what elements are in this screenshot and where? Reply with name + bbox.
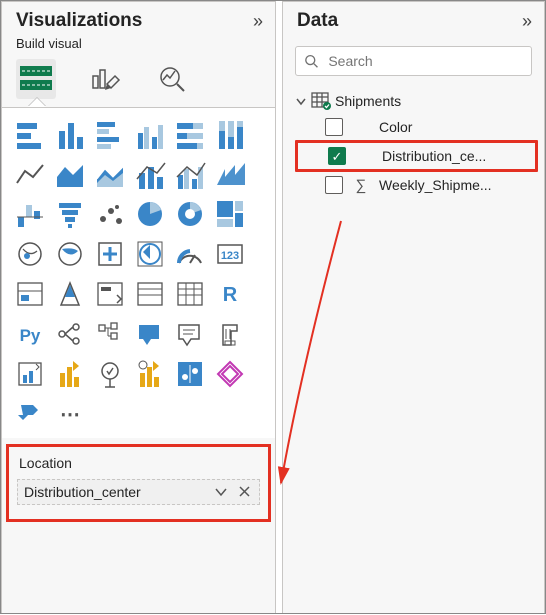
viz-type-41[interactable] bbox=[212, 356, 248, 392]
field-color[interactable]: Color bbox=[295, 114, 538, 140]
viz-type-33[interactable] bbox=[132, 316, 168, 352]
search-input[interactable] bbox=[326, 52, 523, 70]
viz-type-10[interactable] bbox=[172, 156, 208, 192]
viz-type-34[interactable] bbox=[172, 316, 208, 352]
table-icon bbox=[311, 92, 331, 110]
viz-type-11[interactable] bbox=[212, 156, 248, 192]
field-label: Color bbox=[379, 119, 532, 135]
viz-type-3[interactable] bbox=[132, 116, 168, 152]
viz-type-18[interactable] bbox=[12, 236, 48, 272]
visualization-gallery: 123 R Py ⋯ bbox=[2, 107, 275, 438]
svg-text:⋯: ⋯ bbox=[60, 404, 80, 426]
sigma-icon: ∑ bbox=[353, 177, 369, 194]
viz-type-39[interactable] bbox=[132, 356, 168, 392]
viz-type-24[interactable] bbox=[12, 276, 48, 312]
field-label: Distribution_ce... bbox=[382, 148, 529, 164]
viz-type-21[interactable] bbox=[132, 236, 168, 272]
svg-text:123: 123 bbox=[221, 250, 239, 262]
viz-type-40[interactable] bbox=[172, 356, 208, 392]
search-box[interactable] bbox=[295, 46, 532, 76]
collapse-viz-pane[interactable]: » bbox=[253, 11, 263, 32]
tab-analytics[interactable] bbox=[152, 59, 192, 99]
viz-type-22[interactable] bbox=[172, 236, 208, 272]
data-title: Data bbox=[297, 10, 338, 32]
viz-type-36[interactable] bbox=[12, 356, 48, 392]
viz-type-32[interactable] bbox=[92, 316, 128, 352]
viz-type-26[interactable] bbox=[92, 276, 128, 312]
table-shipments[interactable]: Shipments bbox=[295, 88, 538, 114]
visualizations-title: Visualizations bbox=[16, 10, 142, 32]
viz-type-12[interactable] bbox=[12, 196, 48, 232]
svg-text:R: R bbox=[223, 284, 238, 306]
svg-text:Py: Py bbox=[20, 326, 41, 345]
field-well-dropdown[interactable] bbox=[212, 485, 230, 500]
field-distribution-center[interactable]: Distribution_ce... bbox=[295, 140, 538, 172]
viz-type-8[interactable] bbox=[92, 156, 128, 192]
viz-type-35[interactable] bbox=[212, 316, 248, 352]
viz-type-15[interactable] bbox=[132, 196, 168, 232]
viz-type-30[interactable]: Py bbox=[12, 316, 48, 352]
checkbox-color[interactable] bbox=[325, 118, 343, 136]
build-visual-label: Build visual bbox=[2, 36, 275, 57]
viz-type-2[interactable] bbox=[92, 116, 128, 152]
search-icon bbox=[304, 53, 318, 69]
checkbox-weekly[interactable] bbox=[325, 176, 343, 194]
viz-type-16[interactable] bbox=[172, 196, 208, 232]
close-icon bbox=[239, 486, 250, 497]
field-well-remove[interactable] bbox=[236, 485, 253, 500]
tab-build-visual[interactable] bbox=[16, 59, 56, 99]
format-icon bbox=[87, 62, 121, 96]
viz-type-28[interactable] bbox=[172, 276, 208, 312]
data-pane: Data » bbox=[282, 1, 545, 613]
viz-type-9[interactable] bbox=[132, 156, 168, 192]
tab-format-visual[interactable] bbox=[84, 59, 124, 99]
viz-type-43[interactable]: ⋯ bbox=[52, 396, 88, 432]
field-label: Weekly_Shipme... bbox=[379, 177, 532, 193]
field-well-label: Location bbox=[17, 449, 260, 479]
viz-type-42[interactable] bbox=[12, 396, 48, 432]
viz-type-6[interactable] bbox=[12, 156, 48, 192]
viz-type-25[interactable] bbox=[52, 276, 88, 312]
field-well-item[interactable]: Distribution_center bbox=[17, 479, 260, 505]
visualizations-pane: Visualizations » Build visual bbox=[1, 1, 276, 613]
viz-type-0[interactable] bbox=[12, 116, 48, 152]
viz-type-14[interactable] bbox=[92, 196, 128, 232]
viz-type-38[interactable] bbox=[92, 356, 128, 392]
viz-type-1[interactable] bbox=[52, 116, 88, 152]
collapse-data-pane[interactable]: » bbox=[522, 11, 532, 32]
viz-type-7[interactable] bbox=[52, 156, 88, 192]
viz-type-27[interactable] bbox=[132, 276, 168, 312]
viz-type-29[interactable]: R bbox=[212, 276, 248, 312]
build-visual-icon bbox=[18, 64, 54, 94]
viz-type-17[interactable] bbox=[212, 196, 248, 232]
viz-type-5[interactable] bbox=[212, 116, 248, 152]
field-well-item-name: Distribution_center bbox=[24, 484, 141, 500]
viz-type-23[interactable]: 123 bbox=[212, 236, 248, 272]
analytics-icon bbox=[155, 62, 189, 96]
table-name: Shipments bbox=[335, 93, 401, 109]
checkbox-distribution[interactable] bbox=[328, 147, 346, 165]
chevron-down-icon bbox=[295, 95, 307, 107]
viz-type-13[interactable] bbox=[52, 196, 88, 232]
viz-type-37[interactable] bbox=[52, 356, 88, 392]
chevron-down-icon bbox=[215, 487, 227, 497]
field-weekly-shipments[interactable]: ∑ Weekly_Shipme... bbox=[295, 172, 538, 198]
location-field-well-highlight: Location Distribution_center bbox=[6, 444, 271, 522]
viz-type-20[interactable] bbox=[92, 236, 128, 272]
viz-type-4[interactable] bbox=[172, 116, 208, 152]
viz-type-19[interactable] bbox=[52, 236, 88, 272]
viz-type-31[interactable] bbox=[52, 316, 88, 352]
